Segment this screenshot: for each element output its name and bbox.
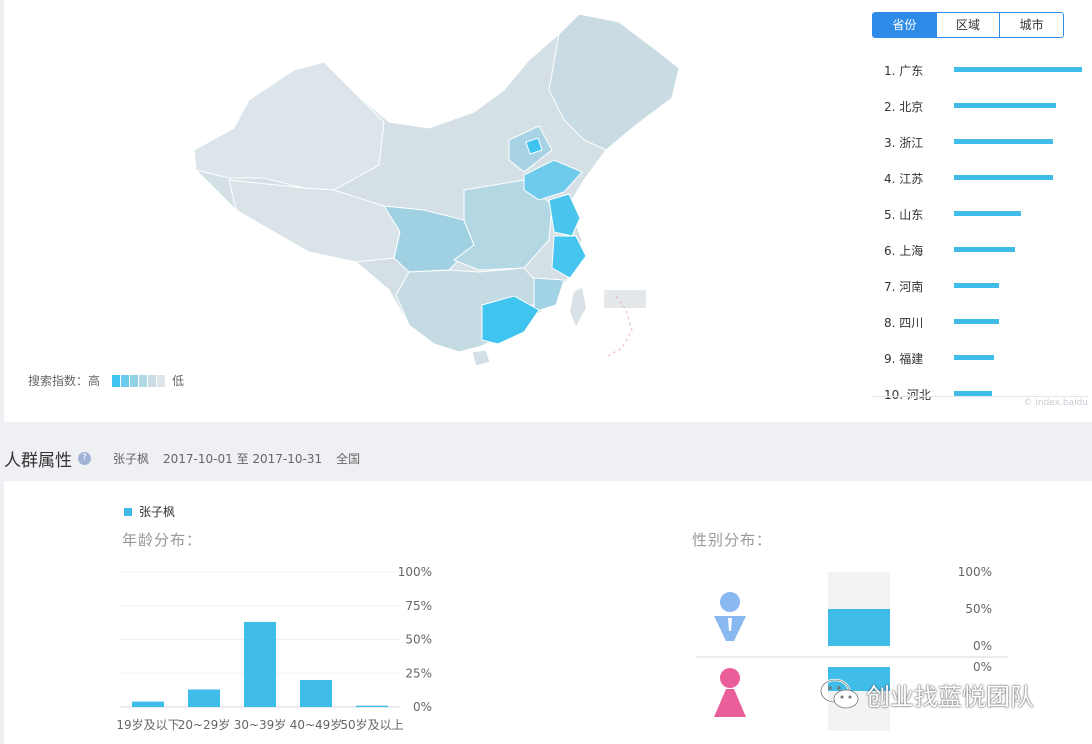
map-legend: 搜索指数：高 低 bbox=[28, 372, 184, 389]
age-y-tick-label: 0% bbox=[413, 700, 432, 714]
ranking-label: 7. 河南 bbox=[884, 279, 924, 294]
series-legend[interactable]: 张子枫 bbox=[124, 503, 175, 520]
gender-chart-title: 性别分布： bbox=[692, 531, 773, 549]
female-tick-label: 0% bbox=[973, 660, 992, 674]
legend-swatch bbox=[130, 374, 139, 387]
series-legend-label: 张子枫 bbox=[139, 505, 176, 519]
map-region-west bbox=[193, 61, 385, 191]
tab-province[interactable]: 省份 bbox=[873, 13, 936, 37]
age-y-tick-label: 75% bbox=[405, 599, 432, 613]
ranking-label: 8. 四川 bbox=[884, 315, 924, 330]
section-title: 人群属性 bbox=[4, 450, 72, 471]
age-y-tick-label: 25% bbox=[405, 666, 432, 680]
section-header: 人群属性 ? 张子枫 2017-10-01 至 2017-10-31 全国 bbox=[0, 440, 1092, 476]
ranking-bar bbox=[954, 175, 1053, 180]
ranking-panel: 省份 区域 城市 1. 广东 2. 北京 3. 浙江 4. 江苏 5. 山东 6. 上海 7… bbox=[872, 12, 1088, 408]
female-icon-body bbox=[714, 689, 746, 717]
ranking-row[interactable]: 2. 北京 bbox=[872, 88, 1088, 124]
map-legend-scale bbox=[112, 374, 166, 387]
map-legend-low: 低 bbox=[172, 374, 185, 388]
male-tick-label: 50% bbox=[965, 602, 992, 616]
tab-area[interactable]: 区域 bbox=[935, 13, 1000, 37]
ranking-row[interactable]: 7. 河南 bbox=[872, 268, 1088, 304]
age-bar bbox=[300, 680, 332, 707]
age-bar bbox=[132, 701, 164, 707]
ranking-label: 10. 河北 bbox=[884, 387, 931, 402]
legend-swatch bbox=[157, 374, 166, 387]
ranking-label: 6. 上海 bbox=[884, 243, 924, 258]
ranking-row[interactable]: 1. 广东 bbox=[872, 52, 1088, 88]
date-range: 2017-10-01 至 2017-10-31 bbox=[163, 451, 323, 466]
ranking-row[interactable]: 8. 四川 bbox=[872, 304, 1088, 340]
ranking-divider bbox=[872, 396, 1088, 397]
legend-swatch bbox=[139, 374, 148, 387]
ranking-row[interactable]: 4. 江苏 bbox=[872, 160, 1088, 196]
ranking-label: 1. 广东 bbox=[884, 63, 924, 78]
legend-swatch bbox=[112, 374, 121, 387]
ranking-bar bbox=[954, 355, 994, 360]
ranking-row[interactable]: 5. 山东 bbox=[872, 196, 1088, 232]
china-province-map[interactable] bbox=[4, 0, 864, 420]
wechat-watermark: 创业找蓝悦团队 bbox=[818, 676, 1034, 712]
keyword-label: 张子枫 bbox=[113, 451, 150, 466]
region-tabs: 省份 区域 城市 bbox=[872, 12, 1064, 38]
age-x-tick-label: 20~29岁 bbox=[178, 717, 231, 732]
age-bar bbox=[188, 689, 220, 707]
age-x-tick-label: 40~49岁 bbox=[290, 717, 343, 732]
male-person-icon bbox=[714, 592, 746, 641]
ranking-list: 1. 广东 2. 北京 3. 浙江 4. 江苏 5. 山东 6. 上海 7. 河南 8. 四川… bbox=[872, 52, 1088, 412]
age-chart-title: 年龄分布： bbox=[122, 531, 203, 549]
female-icon-head bbox=[720, 668, 740, 688]
age-distribution-chart: 100% 75% 50% 25% 0% 19岁及以下20~29岁 30~39岁 40~49岁5… bbox=[116, 565, 432, 732]
map-region-hainan bbox=[471, 349, 491, 367]
ranking-bar bbox=[954, 211, 1021, 216]
legend-swatch bbox=[121, 374, 130, 387]
male-tick-label: 0% bbox=[973, 639, 992, 653]
ranking-bar bbox=[954, 139, 1053, 144]
south-china-sea-inset bbox=[604, 290, 646, 308]
ranking-row[interactable]: 6. 上海 bbox=[872, 232, 1088, 268]
female-person-icon bbox=[714, 668, 746, 717]
male-bar bbox=[828, 609, 890, 646]
help-icon[interactable]: ? bbox=[78, 451, 91, 465]
series-swatch bbox=[124, 507, 132, 516]
ranking-row[interactable]: 9. 福建 bbox=[872, 340, 1088, 376]
age-x-tick-label: 19岁及以下 bbox=[116, 717, 179, 732]
age-y-tick-label: 50% bbox=[405, 633, 432, 647]
watermark-text: 创业找蓝悦团队 bbox=[866, 682, 1034, 711]
age-x-tick-label: 50岁及以上 bbox=[340, 717, 403, 732]
ranking-label: 9. 福建 bbox=[884, 351, 924, 366]
map-region-taiwan bbox=[570, 288, 586, 326]
ranking-bar bbox=[954, 103, 1057, 108]
male-icon-head bbox=[720, 592, 740, 612]
map-legend-label: 搜索指数：高 bbox=[28, 374, 101, 388]
region-label: 全国 bbox=[336, 451, 361, 466]
ranking-bar bbox=[954, 319, 999, 324]
map-region-fujian bbox=[533, 277, 565, 313]
wechat-icon bbox=[819, 678, 859, 709]
ranking-bar bbox=[954, 247, 1016, 252]
baidu-index-watermark: © index.baidu bbox=[1023, 398, 1089, 408]
ranking-bar bbox=[954, 67, 1082, 72]
age-bar bbox=[244, 621, 276, 707]
ranking-label: 2. 北京 bbox=[884, 99, 924, 114]
age-y-tick-label: 100% bbox=[398, 565, 432, 579]
tab-city[interactable]: 城市 bbox=[999, 13, 1063, 37]
ranking-label: 5. 山东 bbox=[884, 207, 924, 222]
ranking-label: 3. 浙江 bbox=[884, 135, 924, 150]
ranking-row[interactable]: 3. 浙江 bbox=[872, 124, 1088, 160]
legend-swatch bbox=[148, 374, 157, 387]
ranking-bar bbox=[954, 283, 999, 288]
age-bar bbox=[356, 705, 388, 707]
age-x-tick-label: 30~39岁 bbox=[234, 717, 287, 732]
ranking-label: 4. 江苏 bbox=[884, 171, 924, 186]
male-tick-label: 100% bbox=[958, 565, 992, 579]
